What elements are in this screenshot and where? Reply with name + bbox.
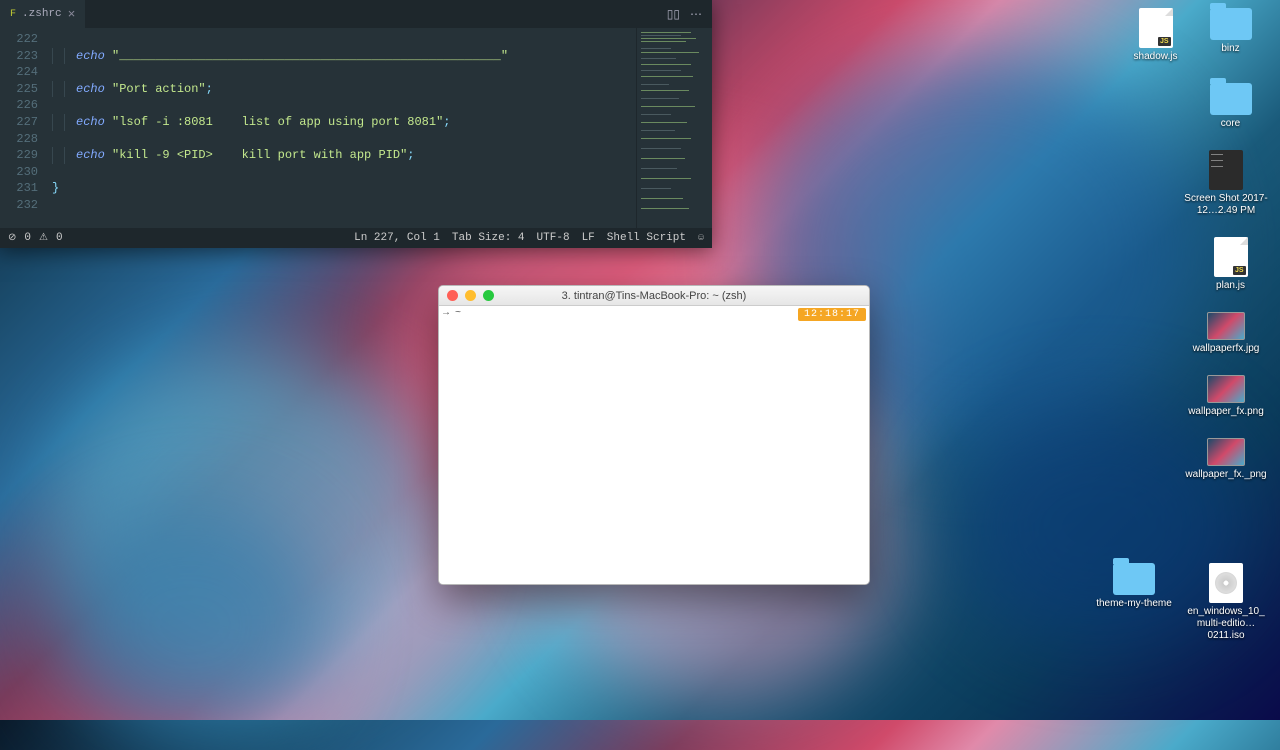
file-icon: F	[10, 9, 16, 20]
js-file-icon: JS	[1214, 237, 1248, 277]
desktop-icon-label: wallpaper_fx.png	[1188, 406, 1264, 418]
warning-count: 0	[56, 232, 63, 244]
code-area[interactable]: echo "__________________________________…	[46, 28, 636, 228]
editor-tab-zshrc[interactable]: F .zshrc ×	[0, 0, 85, 28]
error-count: 0	[24, 232, 31, 244]
editor-body[interactable]: 222223 224225 226227 228229 230231 232 e…	[0, 28, 712, 228]
line-gutter: 222223 224225 226227 228229 230231 232	[0, 28, 46, 228]
more-icon[interactable]: ⋯	[690, 7, 702, 22]
desktop-icon-label: plan.js	[1216, 280, 1245, 292]
document-icon: ——————	[1209, 150, 1243, 190]
encoding[interactable]: UTF-8	[537, 232, 570, 244]
tab-filename: .zshrc	[22, 8, 62, 20]
language-mode[interactable]: Shell Script	[607, 232, 686, 244]
image-file-icon	[1207, 375, 1245, 403]
folder-icon	[1210, 8, 1252, 40]
close-icon[interactable]: ×	[68, 7, 76, 22]
desktop-icon-label: wallpaperfx.jpg	[1193, 343, 1260, 355]
js-file-icon: JS	[1139, 8, 1173, 48]
desktop-icons: JS shadow.js binz core —————— Screen Sho…	[1118, 8, 1268, 481]
cursor-position[interactable]: Ln 227, Col 1	[354, 232, 440, 244]
terminal-clock: 12:18:17	[798, 308, 866, 321]
desktop-icon-label: binz	[1221, 43, 1239, 55]
desktop-icon-wallpaper-fx-png[interactable]: wallpaper_fx.png	[1184, 375, 1268, 418]
desktop-icon-wallpaper-fx-png2[interactable]: wallpaper_fx._png	[1184, 438, 1268, 481]
editor-tabbar: F .zshrc × ▯▯ ⋯	[0, 0, 712, 28]
folder-icon	[1113, 563, 1155, 595]
code-editor-window: F .zshrc × ▯▯ ⋯ 222223 224225 226227 228…	[0, 0, 712, 248]
desktop-icon-label: wallpaper_fx._png	[1185, 469, 1266, 481]
desktop-icon-theme-folder[interactable]: theme-my-theme	[1092, 563, 1176, 642]
image-file-icon	[1207, 438, 1245, 466]
desktop-icon-label: theme-my-theme	[1096, 598, 1172, 610]
eol[interactable]: LF	[582, 232, 595, 244]
feedback-icon[interactable]: ☺	[698, 233, 704, 244]
desktop-icon-plan-js[interactable]: JS plan.js	[1193, 237, 1268, 292]
desktop-icon-shadow-js[interactable]: JS shadow.js	[1118, 8, 1193, 63]
folder-icon	[1210, 83, 1252, 115]
tab-size[interactable]: Tab Size: 4	[452, 232, 525, 244]
desktop-icon-label: core	[1221, 118, 1240, 130]
desktop-icon-core[interactable]: core	[1193, 83, 1268, 130]
terminal-prompt: → ~	[443, 308, 461, 319]
image-file-icon	[1207, 312, 1245, 340]
terminal-titlebar[interactable]: 3. tintran@Tins-MacBook-Pro: ~ (zsh)	[439, 286, 869, 306]
desktop-icon-wallpaperfx-jpg[interactable]: wallpaperfx.jpg	[1184, 312, 1268, 355]
iso-file-icon	[1209, 563, 1243, 603]
editor-statusbar: ⊘ 0 ⚠ 0 Ln 227, Col 1 Tab Size: 4 UTF-8 …	[0, 228, 712, 248]
desktop-icon-label: Screen Shot 2017-12…2.49 PM	[1184, 193, 1268, 217]
split-editor-icon[interactable]: ▯▯	[667, 7, 680, 22]
terminal-title: 3. tintran@Tins-MacBook-Pro: ~ (zsh)	[439, 290, 869, 302]
terminal-window: 3. tintran@Tins-MacBook-Pro: ~ (zsh) → ~…	[438, 285, 870, 585]
warning-icon[interactable]: ⚠	[39, 232, 48, 244]
desktop-icon-label: shadow.js	[1134, 51, 1178, 63]
terminal-body[interactable]: → ~ 12:18:17	[439, 306, 869, 584]
minimap[interactable]	[636, 28, 712, 228]
error-icon[interactable]: ⊘	[8, 232, 16, 244]
desktop-icon-windows-iso[interactable]: en_windows_10_multi-editio…0211.iso	[1184, 563, 1268, 642]
desktop-icon-label: en_windows_10_multi-editio…0211.iso	[1184, 606, 1268, 642]
desktop-icon-screenshot[interactable]: —————— Screen Shot 2017-12…2.49 PM	[1184, 150, 1268, 217]
desktop-icons-bottom: theme-my-theme en_windows_10_multi-editi…	[1092, 563, 1268, 642]
desktop-icon-binz[interactable]: binz	[1193, 8, 1268, 63]
